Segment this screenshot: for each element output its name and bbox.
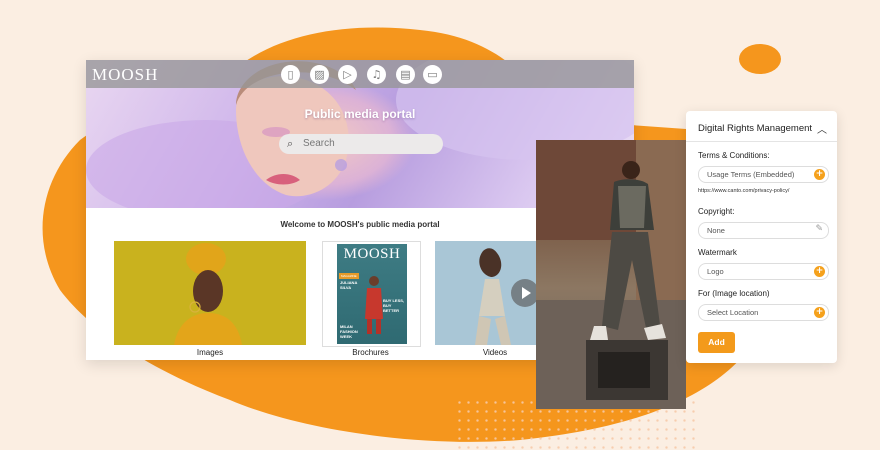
chevron-up-icon[interactable]: ︿ [817,121,827,136]
pencil-icon[interactable]: ✎ [815,224,823,234]
play-button[interactable] [511,279,539,307]
watermark-label: Watermark [698,248,737,257]
play-icon[interactable]: ▷ [338,65,357,84]
document-icon[interactable]: ▯ [281,65,300,84]
hero-title: Public media portal [304,107,416,121]
copyright-value: None [707,225,725,235]
location-value: Select Location [707,307,759,317]
drm-panel: Digital Rights Management ︿ Terms & Cond… [686,111,837,363]
brochures-card[interactable]: MOOSH MAGAZINE JULIANA SILVA BUY LESS, B… [322,241,421,347]
add-watermark-icon[interactable]: + [814,266,825,277]
images-thumbnail [114,241,306,345]
location-label: For (Image location) [698,289,770,298]
magazine-model [365,276,383,334]
magazine-tag: MAGAZINE [339,273,359,279]
panel-divider [686,141,837,142]
terms-label: Terms & Conditions: [698,151,770,160]
fashion-photo-illustration [536,140,686,409]
brand-logo[interactable]: MOOSH [92,65,158,85]
presentation-icon[interactable]: ▭ [423,65,442,84]
copyright-label: Copyright: [698,207,735,216]
watermark-value: Logo [707,266,724,276]
add-location-icon[interactable]: + [814,307,825,318]
location-select[interactable]: Select Location + [698,304,829,321]
drm-panel-title: Digital Rights Management [698,123,813,134]
copyright-field[interactable]: None ✎ [698,222,829,239]
images-label: Images [196,348,224,357]
top-navigation-bar: MOOSH ▯ ▨ ▷ ♫ ▤ ▭ [86,60,634,88]
image-icon[interactable]: ▨ [310,65,329,84]
terms-url[interactable]: https://www.canto.com/privacy-policy/ [698,188,789,194]
images-card[interactable] [114,241,306,345]
watermark-select[interactable]: Logo + [698,263,829,280]
terms-value: Usage Terms (Embedded) [707,169,795,179]
search-placeholder: Search [303,138,335,149]
add-button[interactable]: Add [698,332,735,353]
magazine-cover: MOOSH MAGAZINE JULIANA SILVA BUY LESS, B… [337,244,407,344]
brochures-label: Brochures [352,348,389,357]
search-icon: ⌕ [287,137,294,150]
file-icon[interactable]: ▤ [396,65,415,84]
search-input[interactable]: ⌕ Search [279,134,443,154]
music-icon[interactable]: ♫ [367,65,386,84]
fashion-photo [536,140,686,409]
magazine-name: JULIANA SILVA [340,280,358,290]
magazine-title: MOOSH [343,246,401,262]
add-terms-icon[interactable]: + [814,169,825,180]
terms-select[interactable]: Usage Terms (Embedded) + [698,166,829,183]
